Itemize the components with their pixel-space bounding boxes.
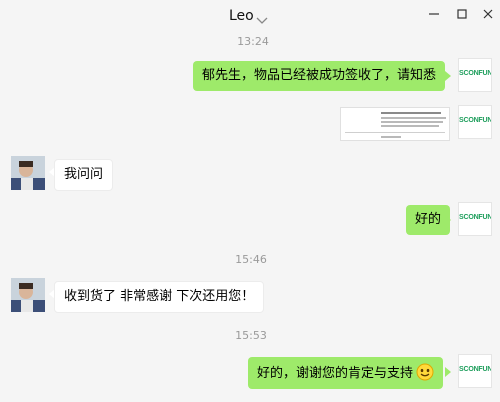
message-bubble-outgoing[interactable]: 郁先生，物品已经被成功签收了，请知悉 <box>193 61 446 91</box>
my-avatar[interactable]: SCONFUN <box>458 58 492 92</box>
brand-logo: SCONFUN <box>459 214 492 221</box>
timestamp: 15:53 <box>235 329 267 342</box>
brand-logo: SCONFUN <box>459 70 492 77</box>
message-text: 好的，谢谢您的肯定与支持 <box>257 366 414 381</box>
brand-logo: SCONFUN <box>459 117 492 124</box>
my-avatar[interactable]: SCONFUN <box>458 202 492 236</box>
contact-avatar[interactable] <box>11 156 45 190</box>
image-message[interactable] <box>340 107 450 141</box>
contact-name[interactable]: Leo <box>229 8 254 24</box>
timestamp: 13:24 <box>237 35 269 48</box>
message-bubble-outgoing[interactable]: 好的，谢谢您的肯定与支持 <box>248 357 444 389</box>
title-bar: Leo <box>0 0 500 34</box>
brand-logo: SCONFUN <box>459 366 492 373</box>
message-bubble-incoming[interactable]: 我问问 <box>54 159 114 191</box>
chevron-down-icon[interactable] <box>256 11 268 24</box>
timestamp: 15:46 <box>235 253 267 266</box>
smile-emoji <box>416 363 434 381</box>
message-bubble-outgoing[interactable]: 好的 <box>406 205 451 235</box>
contact-avatar[interactable] <box>11 278 45 312</box>
message-bubble-incoming[interactable]: 收到货了 非常感谢 下次还用您！ <box>54 281 265 313</box>
bubble-tail <box>445 71 451 81</box>
close-icon[interactable] <box>480 6 496 22</box>
my-avatar[interactable]: SCONFUN <box>458 105 492 139</box>
bubble-tail <box>445 215 451 225</box>
minimize-icon[interactable] <box>426 6 442 22</box>
maximize-icon[interactable] <box>454 6 470 22</box>
bubble-tail <box>445 367 451 377</box>
my-avatar[interactable]: SCONFUN <box>458 354 492 388</box>
